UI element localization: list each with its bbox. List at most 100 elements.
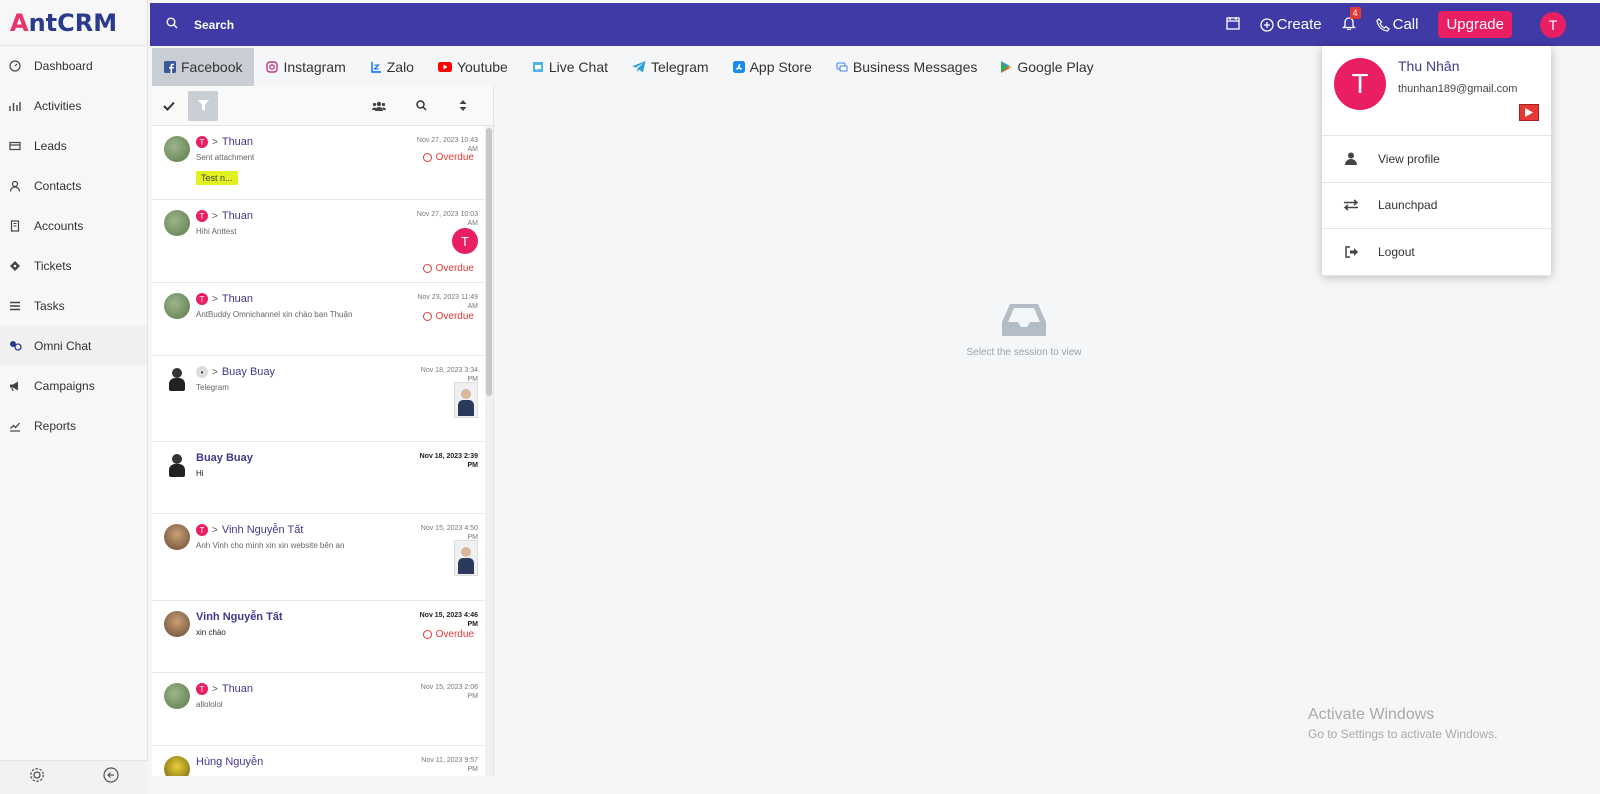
- conversation-item[interactable]: • > Buay Buay Telegram Nov 18, 2023 3:34 PM: [152, 356, 486, 442]
- settings-gear-icon[interactable]: [29, 767, 45, 788]
- top-actions: Create 4 Call Upgrade T: [1225, 3, 1600, 46]
- dashboard-icon: [8, 59, 22, 73]
- tab-app-store[interactable]: App Store: [721, 48, 824, 86]
- notification-count-badge: 4: [1349, 7, 1361, 19]
- group-users-icon[interactable]: [364, 91, 394, 121]
- accounts-icon: [8, 219, 22, 233]
- contact-name-row: Vinh Nguyễn Tất: [196, 611, 283, 623]
- leads-icon: [8, 139, 22, 153]
- tab-label: Facebook: [181, 59, 243, 75]
- list-scrollbar[interactable]: [485, 126, 493, 776]
- profile-name: Thu Nhân: [1398, 58, 1460, 74]
- contact-name-row: T > Thuan: [196, 683, 253, 695]
- sidebar-item-tickets[interactable]: Tickets: [0, 246, 147, 286]
- conversation-item[interactable]: T > Thuan Hihi Anttest Nov 27, 2023 10:03 AM T…: [152, 200, 486, 283]
- empty-state-label: Select the session to view: [966, 347, 1082, 358]
- create-button[interactable]: Create: [1259, 16, 1322, 33]
- sidebar-item-dashboard[interactable]: Dashboard: [0, 46, 147, 86]
- conversation-date: Nov 11, 2023 9:57 PM: [408, 756, 478, 774]
- tab-label: Google Play: [1017, 59, 1094, 75]
- collapse-sidebar-icon[interactable]: [103, 767, 119, 788]
- notifications-button[interactable]: 4: [1341, 7, 1361, 34]
- tab-label: App Store: [749, 59, 812, 75]
- list-toolbar: [152, 86, 493, 126]
- time-period: PM: [467, 621, 479, 628]
- conversation-list-pane: T > Thuan Sent attachment Nov 27, 2023 10:43…: [152, 86, 494, 776]
- contact-name-row: T > Vinh Nguyễn Tất: [196, 524, 303, 536]
- menu-item-view-profile[interactable]: View profile: [1322, 136, 1551, 183]
- conversation-item[interactable]: T > Thuan Sent attachment Nov 27, 2023 10:43…: [152, 126, 486, 200]
- sidebar-item-label: Omni Chat: [34, 339, 92, 353]
- message-preview: Anh Vinh cho mình xin xin website bên an: [196, 541, 345, 550]
- tab-live-chat[interactable]: Live Chat: [520, 48, 620, 86]
- clock-icon: [422, 153, 432, 162]
- search-label: Search: [194, 17, 235, 32]
- activities-icon: [8, 99, 22, 113]
- tab-google-play[interactable]: Google Play: [989, 48, 1105, 86]
- sort-icon[interactable]: [448, 91, 478, 121]
- filter-icon[interactable]: [188, 90, 218, 121]
- tab-youtube[interactable]: Youtube: [426, 48, 520, 86]
- conversation-item[interactable]: T > Vinh Nguyễn Tất Anh Vinh cho mình xin x…: [152, 514, 486, 601]
- profile-dropdown: T Thu Nhân thunhan189@gmail.com View pro…: [1322, 46, 1551, 276]
- tab-telegram[interactable]: Telegram: [620, 48, 721, 86]
- calendar-button[interactable]: [1225, 16, 1240, 34]
- sidebar-item-omni-chat[interactable]: Omni Chat: [0, 326, 147, 366]
- overdue-status: Overdue: [422, 263, 474, 274]
- conversation-item[interactable]: Vinh Nguyễn Tất xin chào Nov 15, 2023 4:46…: [152, 601, 486, 673]
- menu-item-label: View profile: [1378, 151, 1440, 166]
- user-avatar-button[interactable]: T: [1540, 11, 1566, 38]
- scrollbar-thumb[interactable]: [486, 128, 492, 396]
- select-all-checkmark-icon[interactable]: [154, 91, 184, 121]
- contact-avatar: [164, 210, 190, 236]
- top-bar: Search Create 4 Call Upgrade T: [150, 3, 1600, 46]
- plus-circle-icon: [1259, 17, 1274, 32]
- contact-name-row: T > Thuan: [196, 210, 253, 222]
- menu-item-logout[interactable]: Logout: [1322, 229, 1551, 276]
- contact-avatar: [164, 136, 190, 162]
- conversation-item[interactable]: T > Thuan AntBuddy Omnichannel xin chào bạn…: [152, 283, 486, 356]
- assignee-badge: T: [196, 683, 208, 695]
- conversation-item[interactable]: T > Thuan allololol Nov 15, 2023 2:06 PM: [152, 673, 486, 746]
- overdue-status: Overdue: [422, 629, 474, 640]
- sidebar-item-label: Contacts: [34, 179, 82, 193]
- conversation-item[interactable]: Buay Buay Hi Nov 18, 2023 2:39 PM: [152, 442, 486, 514]
- conversation-item[interactable]: Hùng Nguyễn Nov 11, 2023 9:57 PM: [152, 746, 486, 776]
- sidebar: A ntCRM Dashboard Activities Leads Contacts…: [0, 0, 148, 794]
- assignee-badge: T: [196, 136, 208, 148]
- logo[interactable]: A ntCRM: [0, 0, 147, 46]
- contact-name: Thuan: [221, 210, 254, 222]
- overdue-label: Overdue: [435, 152, 474, 163]
- instagram-icon: [266, 61, 279, 73]
- time-period: AM: [467, 303, 479, 310]
- sidebar-item-label: Reports: [34, 419, 77, 433]
- conversation-tag[interactable]: Test n...: [196, 171, 238, 185]
- chevron-right-icon: >: [212, 136, 218, 148]
- tab-facebook[interactable]: Facebook: [152, 48, 255, 86]
- video-play-icon[interactable]: [1519, 104, 1539, 121]
- contact-name-row: Buay Buay: [196, 452, 253, 464]
- sidebar-item-activities[interactable]: Activities: [0, 86, 147, 126]
- sidebar-item-reports[interactable]: Reports: [0, 406, 147, 446]
- message-preview: Telegram: [196, 383, 229, 392]
- sidebar-item-leads[interactable]: Leads: [0, 126, 147, 166]
- tab-business-messages[interactable]: Business Messages: [824, 48, 990, 86]
- sidebar-item-contacts[interactable]: Contacts: [0, 166, 147, 206]
- search-box[interactable]: Search: [166, 16, 234, 34]
- overdue-status: Overdue: [422, 311, 474, 322]
- sidebar-item-campaigns[interactable]: Campaigns: [0, 366, 147, 406]
- upgrade-button[interactable]: Upgrade: [1438, 11, 1512, 38]
- sidebar-item-tasks[interactable]: Tasks: [0, 286, 147, 326]
- menu-item-label: Logout: [1378, 244, 1415, 259]
- sidebar-item-accounts[interactable]: Accounts: [0, 206, 147, 246]
- tab-instagram[interactable]: Instagram: [254, 48, 357, 86]
- list-search-icon[interactable]: [406, 91, 436, 121]
- date-line: Nov 15, 2023 2:06: [420, 684, 478, 691]
- call-button[interactable]: Call: [1375, 16, 1419, 33]
- conversation-date: Nov 23, 2023 11:49 AM: [408, 293, 478, 311]
- call-label: Call: [1392, 16, 1419, 33]
- contact-name-row: T > Thuan: [196, 293, 253, 305]
- menu-item-launchpad[interactable]: Launchpad: [1322, 183, 1551, 229]
- tab-zalo[interactable]: Zalo: [358, 48, 426, 86]
- overdue-label: Overdue: [435, 629, 474, 640]
